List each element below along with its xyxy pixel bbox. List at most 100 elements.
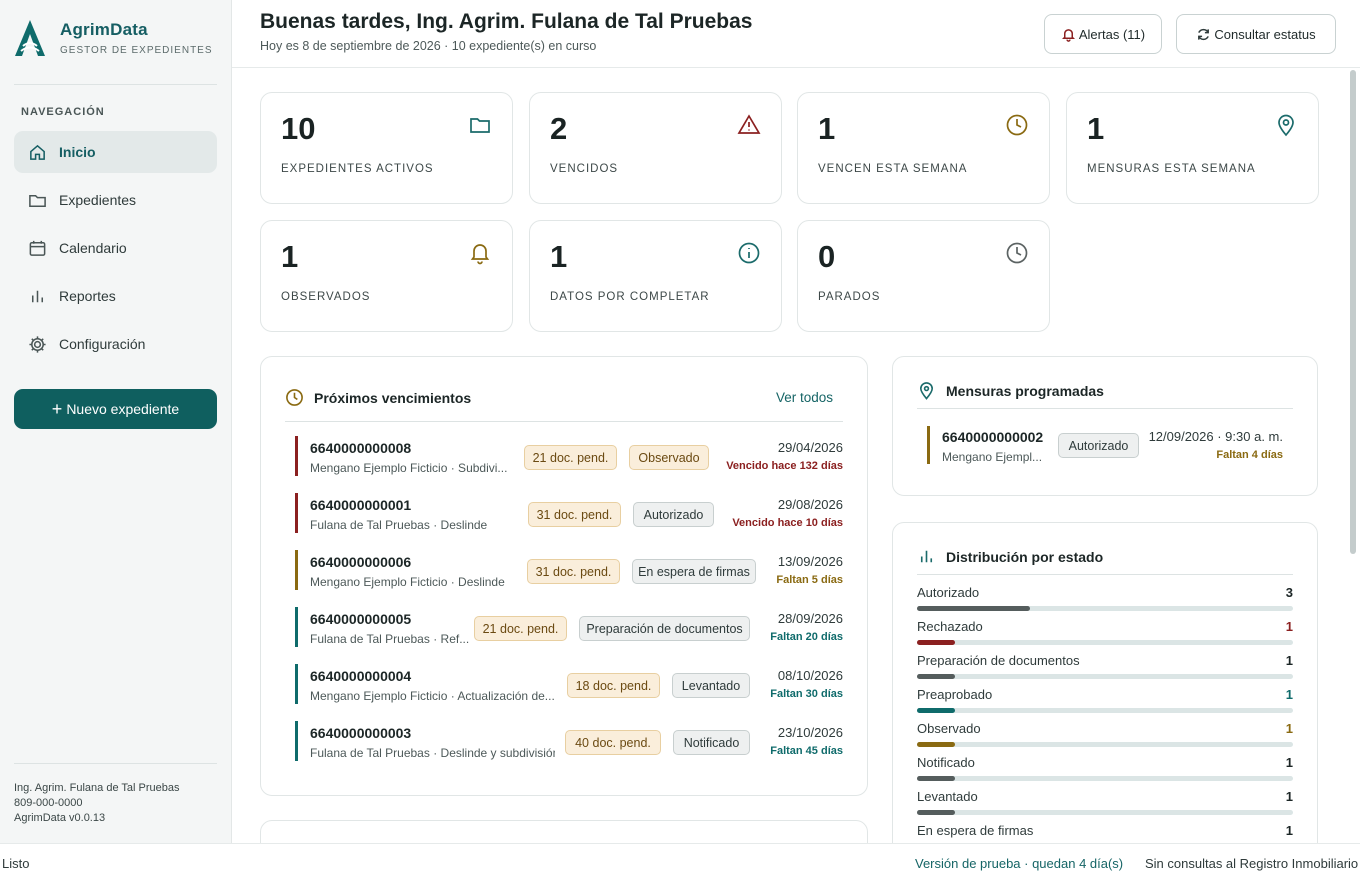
sidebar-item-label: Calendario (59, 240, 127, 256)
distribution-value: 1 (1285, 755, 1293, 770)
distribution-row: Preaprobado 1 (917, 687, 1293, 717)
distribution-row: Observado 1 (917, 721, 1293, 751)
consult-status-button[interactable]: Consultar estatus (1176, 14, 1336, 54)
row-desc: Mengano Ejemplo Ficticio · Subdivi... (310, 461, 508, 475)
row-indicator (295, 664, 298, 704)
folder-icon (29, 194, 46, 207)
header: Buenas tardes, Ing. Agrim. Fulana de Tal… (232, 0, 1360, 68)
row-date: 13/09/2026 (777, 554, 843, 569)
status-badge: Levantado (672, 673, 750, 698)
trial-status[interactable]: Versión de prueba · quedan 4 día(s) (915, 856, 1123, 871)
stat-card-active[interactable]: 10 EXPEDIENTES ACTIVOS (260, 92, 513, 204)
stat-label: MENSURAS ESTA SEMANA (1087, 163, 1256, 175)
distribution-fill (917, 742, 955, 747)
sidebar-item-label: Expedientes (59, 192, 137, 208)
distribution-value: 1 (1285, 789, 1293, 804)
sidebar-item-inicio[interactable]: Inicio (14, 131, 217, 173)
row-due: Faltan 4 días (1216, 449, 1283, 461)
stat-label: EXPEDIENTES ACTIVOS (281, 163, 434, 175)
distribution-title: Distribución por estado (917, 547, 1103, 566)
gear-icon (29, 335, 46, 353)
divider (14, 84, 217, 85)
distribution-label: Notificado (917, 755, 975, 770)
row-due: Faltan 30 días (770, 688, 843, 700)
row-code: 6640000000002 (942, 429, 1044, 445)
mensuras-panel: Mensuras programadas 6640000000002 Menga… (892, 356, 1318, 496)
row-indicator (295, 493, 298, 533)
stat-card-overdue[interactable]: 2 VENCIDOS (529, 92, 782, 204)
brand-subtitle: GESTOR DE EXPEDIENTES (60, 45, 213, 56)
app-window: AgrimData GESTOR DE EXPEDIENTES NAVEGACI… (0, 0, 1360, 843)
distribution-row: Notificado 1 (917, 755, 1293, 785)
upcoming-panel: Próximos vencimientos Ver todos 66400000… (260, 356, 868, 796)
row-indicator (927, 426, 930, 464)
distribution-row: Preparación de documentos 1 (917, 653, 1293, 683)
status-badge: Autorizado (633, 502, 714, 527)
divider (917, 408, 1293, 409)
divider (14, 763, 217, 764)
sidebar-item-label: Configuración (59, 336, 146, 352)
distribution-title-text: Distribución por estado (946, 548, 1104, 565)
stat-card-mensuras[interactable]: 1 MENSURAS ESTA SEMANA (1066, 92, 1319, 204)
divider (285, 421, 843, 422)
map-pin-icon (919, 382, 934, 400)
new-expediente-button[interactable]: + Nuevo expediente (14, 389, 217, 429)
list-item[interactable]: 6640000000005 Fulana de Tal Pruebas · Re… (295, 606, 843, 650)
row-due: Vencido hace 10 días (732, 517, 843, 529)
stat-value: 2 (550, 111, 568, 146)
sidebar-item-expedientes[interactable]: Expedientes (14, 179, 217, 221)
stat-card-incomplete[interactable]: 1 DATOS POR COMPLETAR (529, 220, 782, 332)
stat-card-this-week[interactable]: 1 VENCEN ESTA SEMANA (797, 92, 1050, 204)
stat-card-stopped[interactable]: 0 PARADOS (797, 220, 1050, 332)
list-item[interactable]: 6640000000001 Fulana de Tal Pruebas · De… (295, 492, 843, 536)
stat-value: 10 (281, 111, 316, 146)
distribution-label: Rechazado (917, 619, 983, 634)
distribution-row: En espera de firmas 1 (917, 823, 1293, 843)
info-icon (738, 242, 760, 264)
distribution-row: Autorizado 3 (917, 585, 1293, 615)
plus-icon: + (51, 399, 63, 419)
sidebar-item-configuracion[interactable]: Configuración (14, 323, 217, 365)
sidebar-item-calendario[interactable]: Calendario (14, 227, 217, 269)
list-item[interactable]: 6640000000008 Mengano Ejemplo Ficticio ·… (295, 435, 843, 479)
row-code: 6640000000001 (310, 497, 412, 513)
distribution-label: Preparación de documentos (917, 653, 1080, 668)
list-item[interactable]: 6640000000002 Mengano Ejempl... Autoriza… (927, 426, 1283, 466)
alerts-button[interactable]: Alertas (11) (1044, 14, 1162, 54)
sidebar-item-reportes[interactable]: Reportes (14, 275, 217, 317)
list-item[interactable]: 6640000000003 Fulana de Tal Pruebas · De… (295, 720, 843, 764)
row-due: Faltan 45 días (770, 745, 843, 757)
distribution-fill (917, 708, 955, 713)
row-code: 6640000000004 (310, 668, 412, 684)
row-indicator (295, 550, 298, 590)
distribution-fill (917, 640, 955, 645)
distribution-panel: Distribución por estado Autorizado 3 Recha… (892, 522, 1318, 843)
clock-icon (1006, 114, 1028, 136)
status-badge: Observado (629, 445, 709, 470)
stat-card-observed[interactable]: 1 OBSERVADOS (260, 220, 513, 332)
status-text: Listo (2, 856, 30, 871)
status-badge: Autorizado (1058, 433, 1139, 458)
list-item[interactable]: 6640000000004 Mengano Ejemplo Ficticio ·… (295, 663, 843, 707)
stat-label: DATOS POR COMPLETAR (550, 291, 710, 303)
distribution-track (917, 640, 1293, 645)
distribution-label: Observado (917, 721, 981, 736)
distribution-track (917, 606, 1293, 611)
row-desc: Mengano Ejempl... (942, 450, 1043, 464)
row-desc: Mengano Ejemplo Ficticio · Deslinde (310, 575, 505, 589)
registry-status: Sin consultas al Registro Inmobiliario (1145, 856, 1359, 871)
distribution-value: 1 (1285, 721, 1293, 736)
row-due: Faltan 5 días (776, 574, 843, 586)
distribution-fill (917, 776, 955, 781)
scrollbar[interactable] (1350, 70, 1356, 554)
stat-value: 1 (818, 111, 836, 146)
sidebar-footer: Ing. Agrim. Fulana de Tal Pruebas 809-00… (14, 781, 180, 826)
row-code: 6640000000008 (310, 440, 412, 456)
home-icon (30, 144, 45, 160)
distribution-track (917, 810, 1293, 815)
status-bar: Listo Versión de prueba · quedan 4 día(s… (0, 843, 1360, 880)
distribution-track (917, 742, 1293, 747)
view-all-link[interactable]: Ver todos (776, 390, 833, 405)
upcoming-title: Próximos vencimientos (285, 388, 471, 407)
list-item[interactable]: 6640000000006 Mengano Ejemplo Ficticio ·… (295, 549, 843, 593)
